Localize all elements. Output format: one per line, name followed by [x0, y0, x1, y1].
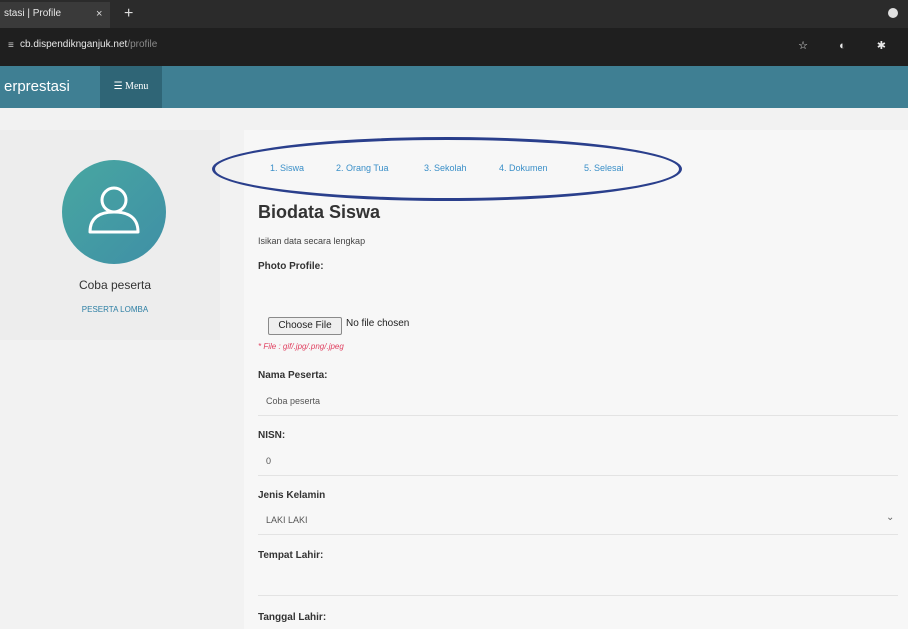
tempat-lahir-input[interactable]	[258, 566, 898, 596]
url-host: cb.dispendiknganjuk.net	[20, 39, 128, 50]
file-status: No file chosen	[346, 318, 410, 329]
tab-title: stasi | Profile	[4, 8, 62, 19]
nama-label: Nama Peserta:	[258, 370, 328, 381]
browser-tab-bar: stasi | Profile × +	[0, 0, 908, 28]
jenis-kelamin-label: Jenis Kelamin	[258, 490, 326, 501]
page-title: Biodata Siswa	[258, 202, 381, 222]
step-tab-dokumen[interactable]: 4. Dokumen	[499, 163, 548, 173]
browser-tab[interactable]: stasi | Profile ×	[0, 2, 110, 28]
user-name: Coba peserta	[78, 278, 152, 292]
jenis-kelamin-select[interactable]: LAKI LAKI	[258, 505, 898, 535]
site-info-icon[interactable]: ≡	[8, 40, 14, 51]
step-tab-sekolah[interactable]: 3. Sekolah	[424, 163, 467, 173]
address-bar[interactable]: ≡ cb.dispendiknganjuk.net/profile ☆ ◐ ✱	[0, 28, 908, 66]
nama-peserta-input[interactable]: Coba peserta	[258, 386, 898, 416]
step-tab-orang-tua[interactable]: 2. Orang Tua	[336, 163, 389, 173]
tanggal-lahir-label: Tanggal Lahir:	[258, 612, 327, 623]
toolbar-icons[interactable]: ☆ ◐ ✱	[798, 39, 900, 52]
new-tab-icon[interactable]: +	[124, 2, 133, 26]
nisn-input[interactable]: 0	[258, 446, 898, 476]
app-navbar: erprestasi ☰ Menu	[0, 66, 908, 108]
avatar	[62, 160, 166, 264]
choose-file-button[interactable]: Choose File	[268, 317, 342, 335]
url-path: /profile	[127, 39, 158, 50]
menu-button[interactable]: ☰ Menu	[100, 66, 162, 108]
step-tab-siswa[interactable]: 1. Siswa	[270, 163, 304, 173]
url-text[interactable]: cb.dispendiknganjuk.net/profile	[20, 39, 157, 50]
user-icon	[88, 186, 140, 234]
file-type-hint: * File : gif/.jpg/.png/.jpeg	[258, 342, 344, 351]
window-control-icon[interactable]	[888, 8, 898, 18]
chevron-down-icon[interactable]: ⌄	[886, 512, 894, 523]
nisn-label: NISN:	[258, 430, 286, 441]
tempat-lahir-label: Tempat Lahir:	[258, 550, 324, 561]
page-subtitle: Isikan data secara lengkap	[258, 236, 366, 246]
brand-title[interactable]: erprestasi	[4, 78, 70, 95]
photo-label: Photo Profile:	[258, 261, 324, 272]
user-role: PESERTA LOMBA	[81, 305, 149, 314]
step-tab-selesai[interactable]: 5. Selesai	[584, 163, 624, 173]
profile-sidebar: Coba peserta PESERTA LOMBA	[0, 130, 220, 340]
close-icon[interactable]: ×	[96, 2, 102, 26]
